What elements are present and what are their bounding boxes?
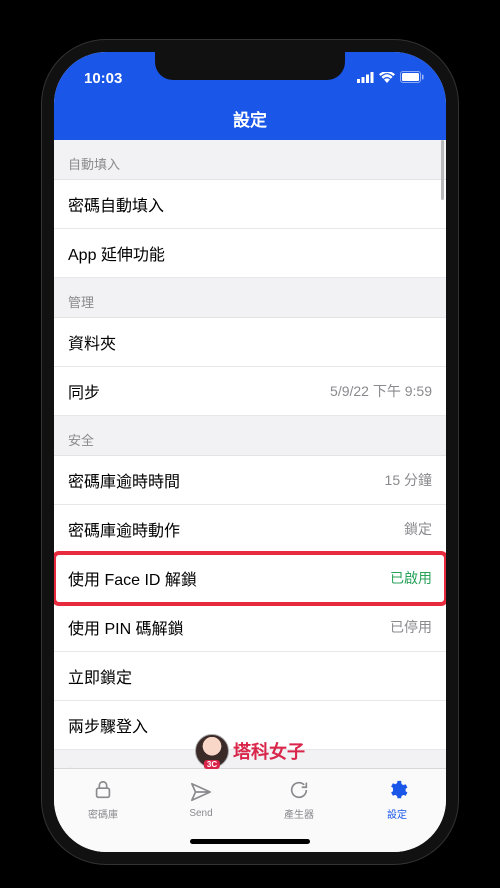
row-label: 兩步驟登入 [68, 713, 148, 737]
tab-settings[interactable]: 設定 [348, 769, 446, 830]
row-label: 使用 Face ID 解鎖 [68, 566, 197, 590]
row-value: 5/9/22 下午 9:59 [330, 381, 432, 401]
tab-bar: 密碼庫 Send 產生器 設定 [54, 768, 446, 830]
row-label: 同步 [68, 379, 100, 403]
paper-plane-icon [190, 781, 212, 806]
section-header-autofill: 自動填入 [54, 140, 446, 180]
status-indicators [357, 70, 424, 87]
row-label: 資料夾 [68, 330, 116, 354]
row-folders[interactable]: 資料夾 [54, 318, 446, 367]
section-header-account: 帳戶 [54, 750, 446, 768]
refresh-icon [288, 779, 310, 804]
row-label: App 延伸功能 [68, 241, 165, 265]
tab-vault[interactable]: 密碼庫 [54, 769, 152, 830]
tab-generator[interactable]: 產生器 [250, 769, 348, 830]
status-time: 10:03 [84, 70, 122, 87]
wifi-icon [379, 70, 395, 87]
row-value: 15 分鐘 [385, 470, 432, 490]
gear-icon [386, 779, 408, 804]
row-sync[interactable]: 同步 5/9/22 下午 9:59 [54, 367, 446, 416]
phone-notch [155, 52, 345, 80]
tab-label: 設定 [387, 806, 407, 821]
section-header-security: 安全 [54, 416, 446, 456]
row-two-step[interactable]: 兩步驟登入 [54, 701, 446, 750]
lock-icon [92, 779, 114, 804]
battery-icon [400, 70, 424, 87]
row-label: 密碼自動填入 [68, 192, 164, 216]
row-label: 使用 PIN 碼解鎖 [68, 615, 184, 639]
signal-icon [357, 70, 374, 87]
settings-list[interactable]: 自動填入 密碼自動填入 App 延伸功能 管理 資料夾 同步 5/9/22 下午… [54, 140, 446, 768]
row-vault-timeout[interactable]: 密碼庫逾時時間 15 分鐘 [54, 456, 446, 505]
section-header-manage: 管理 [54, 278, 446, 318]
page-title: 設定 [233, 106, 267, 131]
tab-send[interactable]: Send [152, 769, 250, 830]
tab-label: Send [189, 808, 212, 819]
row-lock-now[interactable]: 立即鎖定 [54, 652, 446, 701]
row-value-enabled: 已啟用 [390, 568, 432, 588]
row-value: 鎖定 [404, 519, 432, 539]
tab-label: 產生器 [284, 806, 314, 821]
row-faceid-unlock[interactable]: 使用 Face ID 解鎖 已啟用 [54, 554, 446, 603]
screen: 10:03 設定 自動填入 密碼自動填入 [54, 52, 446, 852]
row-pin-unlock[interactable]: 使用 PIN 碼解鎖 已停用 [54, 603, 446, 652]
row-vault-timeout-action[interactable]: 密碼庫逾時動作 鎖定 [54, 505, 446, 554]
row-app-extension[interactable]: App 延伸功能 [54, 229, 446, 278]
home-indicator[interactable] [54, 830, 446, 852]
row-password-autofill[interactable]: 密碼自動填入 [54, 180, 446, 229]
navbar: 設定 [54, 96, 446, 140]
row-value: 已停用 [390, 617, 432, 637]
phone-frame: 10:03 設定 自動填入 密碼自動填入 [54, 52, 446, 852]
row-label: 立即鎖定 [68, 664, 132, 688]
row-label: 密碼庫逾時動作 [68, 517, 180, 541]
tab-label: 密碼庫 [88, 806, 118, 821]
scrollbar[interactable] [441, 140, 444, 200]
row-label: 密碼庫逾時時間 [68, 468, 180, 492]
